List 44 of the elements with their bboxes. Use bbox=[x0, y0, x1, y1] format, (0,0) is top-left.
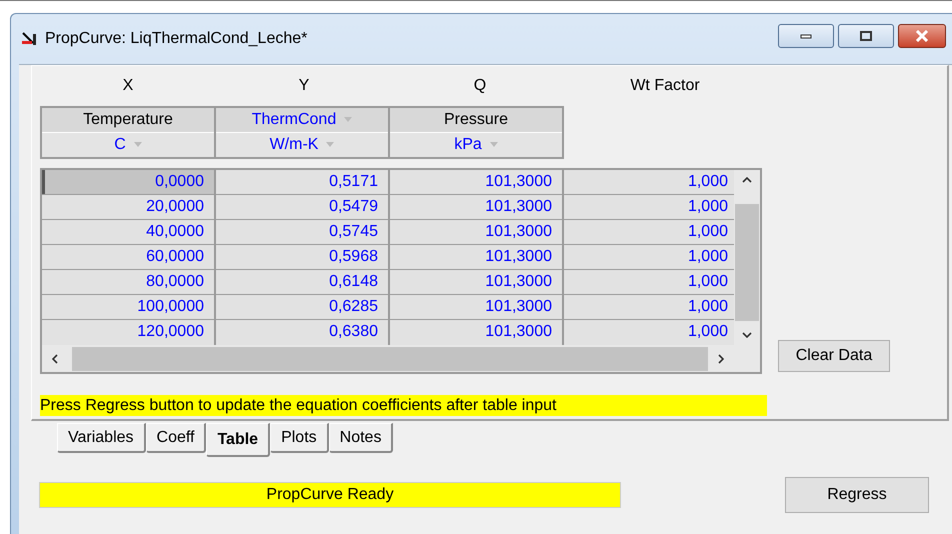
dropdown-arrow-icon bbox=[490, 142, 498, 148]
unit-label: C bbox=[114, 136, 126, 153]
axis-label: Y bbox=[298, 77, 310, 95]
horizontal-scrollbar[interactable] bbox=[42, 345, 760, 372]
maximize-button[interactable] bbox=[838, 24, 894, 48]
unit-dropdown[interactable]: C bbox=[42, 133, 214, 157]
tab[interactable]: Coeff bbox=[146, 423, 206, 453]
tab[interactable]: Notes bbox=[328, 423, 394, 453]
axis-label: Wt Factor bbox=[629, 77, 701, 95]
column-header[interactable]: Temperature bbox=[42, 108, 214, 133]
window-title: PropCurve: LiqThermalCond_Leche* bbox=[45, 30, 308, 48]
column-name: Pressure bbox=[444, 111, 508, 128]
unit-dropdown[interactable]: W/m-K bbox=[216, 133, 388, 157]
close-icon bbox=[915, 30, 929, 42]
axis-label: X bbox=[122, 77, 134, 95]
column-header[interactable]: Pressure bbox=[390, 108, 562, 133]
scroll-right-icon[interactable] bbox=[718, 354, 724, 364]
close-button[interactable] bbox=[898, 24, 946, 48]
unit-label: W/m-K bbox=[270, 136, 318, 153]
column-header[interactable]: ThermCond bbox=[216, 108, 388, 133]
axis-label: Q bbox=[472, 77, 488, 95]
hint-message: Press Regress button to update the equation coefficients after table input bbox=[40, 395, 767, 416]
table-cell[interactable]: 0,0000 bbox=[42, 170, 216, 194]
regress-button[interactable]: Regress bbox=[785, 477, 929, 513]
column-name: ThermCond bbox=[252, 111, 336, 128]
app-icon bbox=[21, 31, 39, 47]
minimize-button[interactable] bbox=[778, 24, 834, 48]
clear-data-button[interactable]: Clear Data bbox=[778, 340, 890, 372]
dropdown-arrow-icon bbox=[134, 142, 142, 148]
dropdown-arrow-icon bbox=[326, 142, 334, 148]
column-name: Temperature bbox=[83, 111, 173, 128]
tab[interactable]: Table bbox=[206, 423, 270, 457]
scroll-down-icon[interactable] bbox=[742, 332, 752, 338]
status-bar: PropCurve Ready bbox=[39, 482, 621, 508]
scroll-left-icon[interactable] bbox=[52, 354, 58, 364]
maximize-icon bbox=[860, 31, 872, 41]
tab[interactable]: Variables bbox=[57, 423, 146, 453]
unit-label: kPa bbox=[454, 136, 482, 153]
unit-dropdown[interactable]: kPa bbox=[390, 133, 562, 157]
scroll-up-icon[interactable] bbox=[742, 177, 752, 183]
vertical-scrollbar[interactable] bbox=[734, 170, 760, 345]
minimize-icon bbox=[800, 33, 812, 39]
dropdown-arrow-icon bbox=[344, 117, 352, 122]
tab[interactable]: Plots bbox=[270, 423, 329, 453]
